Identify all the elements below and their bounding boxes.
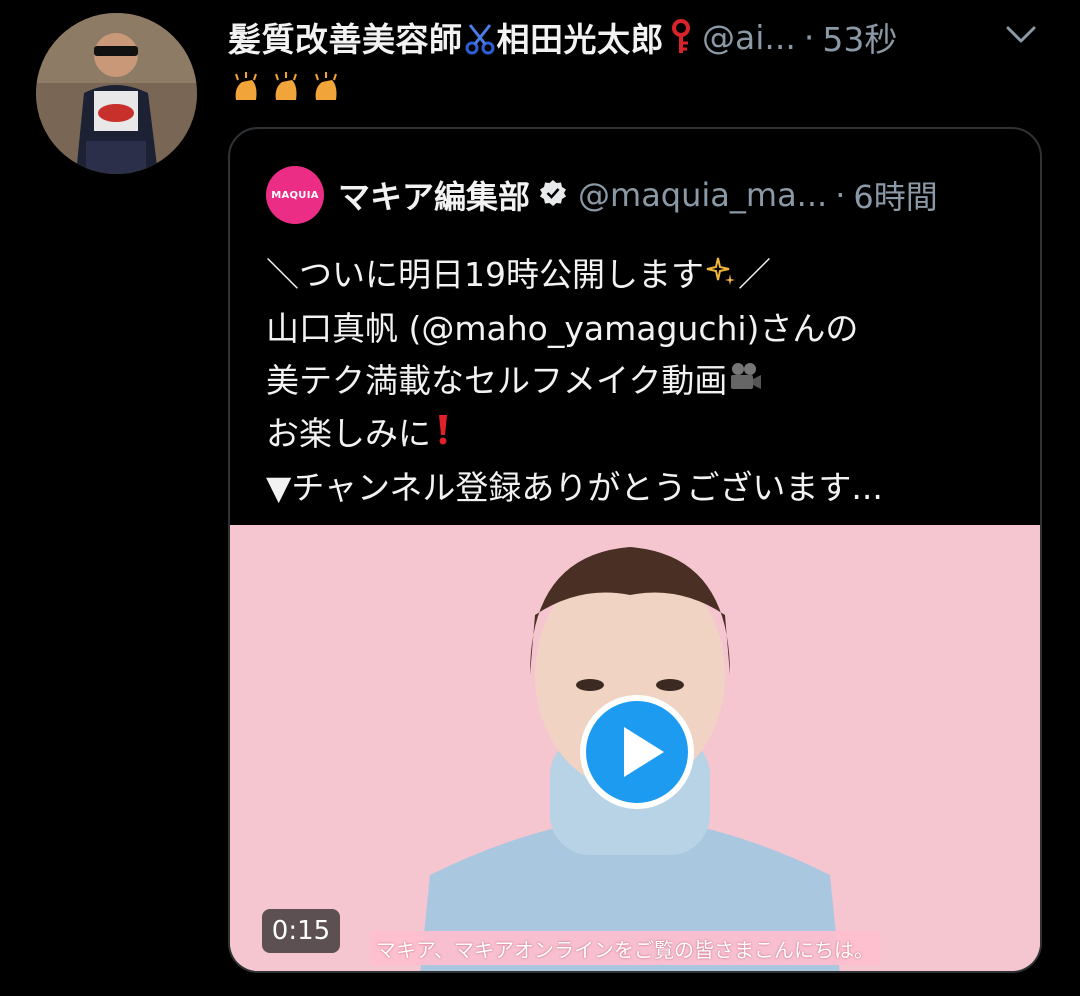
- scissors-emoji: [463, 17, 497, 57]
- text-line: ▼チャンネル登録ありがとうございます...: [266, 462, 1010, 514]
- text-line: ＼ついに明日19時公開します ／: [266, 249, 1010, 303]
- separator-dot: ·: [835, 176, 846, 214]
- verified-badge-icon: [538, 178, 568, 212]
- clapping-hands-emoji: [308, 70, 344, 110]
- separator-dot: ·: [803, 17, 815, 57]
- author-name[interactable]: 髪質改善美容師: [228, 13, 463, 61]
- text-line: お楽しみに: [266, 408, 1010, 462]
- text-line-content: お楽しみに: [266, 414, 431, 453]
- chevron-down-icon[interactable]: [1004, 22, 1038, 52]
- quoted-tweet-card[interactable]: MAQUIA マキア編集部 @maquia_ma... · 6時間 ＼ついに明日…: [228, 127, 1042, 973]
- clapping-hands-emoji: [228, 70, 264, 110]
- video-duration-badge: 0:15: [262, 909, 340, 953]
- clapping-hands-emoji: [268, 70, 304, 110]
- maquia-logo-text: MAQUIA: [271, 189, 319, 201]
- video-subtitle: マキア、マキアオンラインをご覧の皆さまこんにちは。: [370, 931, 880, 965]
- quoted-tweet-timestamp[interactable]: 6時間: [853, 172, 937, 218]
- play-button[interactable]: [580, 695, 694, 813]
- author-handle[interactable]: @ai...: [702, 18, 796, 57]
- text-line: 美テク満載なセルフメイク動画: [266, 355, 1010, 409]
- quoted-tweet-header: MAQUIA マキア編集部 @maquia_ma... · 6時間: [266, 165, 1010, 225]
- sparkles-emoji: [704, 251, 738, 303]
- text-line-content: 美テク満載なセルフメイク動画: [266, 360, 728, 400]
- author-name-second[interactable]: 相田光太郎: [497, 13, 665, 61]
- video-player[interactable]: 0:15 マキア、マキアオンラインをご覧の皆さまこんにちは。: [230, 525, 1040, 971]
- quoted-author-handle[interactable]: @maquia_ma...: [578, 176, 827, 214]
- tweet-header: 髪質改善美容師 相田光太郎 @ai... · 53秒: [228, 10, 1050, 64]
- text-line-content: ＼ついに明日19時公開します: [266, 255, 704, 294]
- text-line-content: ／: [738, 255, 771, 294]
- author-avatar[interactable]: [36, 13, 197, 174]
- text-line: 山口真帆 (@maho_yamaguchi)さんの: [266, 303, 1010, 355]
- exclamation-emoji: [431, 410, 455, 462]
- text-line-content: 山口真帆 (@maho_yamaguchi)さんの: [266, 308, 859, 348]
- key-emoji: [664, 17, 698, 57]
- quoted-author-name[interactable]: マキア編集部: [338, 172, 530, 218]
- text-line-content: ▼チャンネル登録ありがとうございます...: [266, 467, 883, 507]
- tweet-body-emojis: [228, 70, 344, 110]
- quoted-tweet-text: ＼ついに明日19時公開します ／ 山口真帆 (@maho_yamaguchi)さん…: [266, 249, 1010, 514]
- movie-camera-emoji: [727, 356, 763, 408]
- tweet-timestamp[interactable]: 53秒: [822, 13, 897, 61]
- quoted-author-avatar[interactable]: MAQUIA: [266, 166, 324, 224]
